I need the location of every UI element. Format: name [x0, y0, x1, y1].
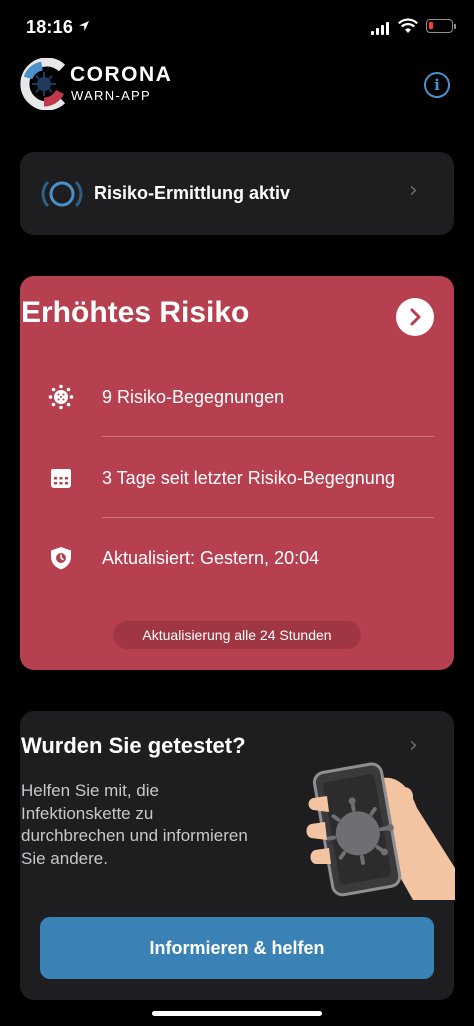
test-card-description: Helfen Sie mit, die Infektionskette zu d…: [21, 781, 248, 868]
risk-row-updated: Aktualisiert: Gestern, 20:04: [20, 519, 454, 597]
chevron-right-icon: ›: [409, 178, 418, 203]
wifi-icon: [398, 18, 418, 33]
location-arrow-icon: [79, 21, 89, 31]
risk-row-encounters: 9 Risiko-Begegnungen: [20, 358, 454, 436]
risk-row-days: 3 Tage seit letzter Risiko-Begegnung: [20, 439, 454, 517]
battery-nub: [454, 24, 456, 29]
tracing-active-icon: [41, 180, 83, 208]
corona-warn-app-logo: [20, 58, 66, 110]
update-interval-badge: Aktualisierung alle 24 Stunden: [113, 621, 361, 649]
divider: [102, 436, 434, 437]
status-time: 18:16: [26, 17, 74, 37]
calendar-icon: [51, 469, 71, 488]
risk-tracing-card[interactable]: Risiko-Ermittlung aktiv ›: [20, 152, 454, 235]
cellular-signal-icon: [371, 22, 389, 35]
virus-icon: [48, 384, 74, 410]
divider: [102, 517, 434, 518]
brand-title: CORONA: [70, 63, 173, 86]
risk-updated-text: Aktualisiert: Gestern, 20:04: [102, 548, 320, 568]
risk-level-title: Erhöhtes Risiko: [21, 296, 250, 329]
brand-subtitle: WARN-APP: [71, 88, 151, 103]
info-button[interactable]: i: [424, 72, 450, 98]
risk-details-button[interactable]: [396, 298, 434, 336]
phone-virus-illustration: [306, 762, 455, 900]
chevron-right-icon: [410, 308, 421, 326]
battery-icon: [426, 19, 453, 33]
chevron-right-icon: ›: [409, 733, 418, 758]
test-card-title: Wurden Sie getestet?: [21, 733, 246, 758]
risk-days-text: 3 Tage seit letzter Risiko-Begegnung: [102, 468, 395, 488]
info-icon: i: [434, 76, 440, 94]
risk-encounters-text: 9 Risiko-Begegnungen: [102, 387, 285, 407]
home-indicator[interactable]: [152, 1011, 322, 1016]
inform-and-help-button[interactable]: Informieren & helfen: [40, 917, 434, 979]
shield-clock-icon: [51, 547, 71, 570]
tracing-status-label: Risiko-Ermittlung aktiv: [94, 183, 291, 203]
